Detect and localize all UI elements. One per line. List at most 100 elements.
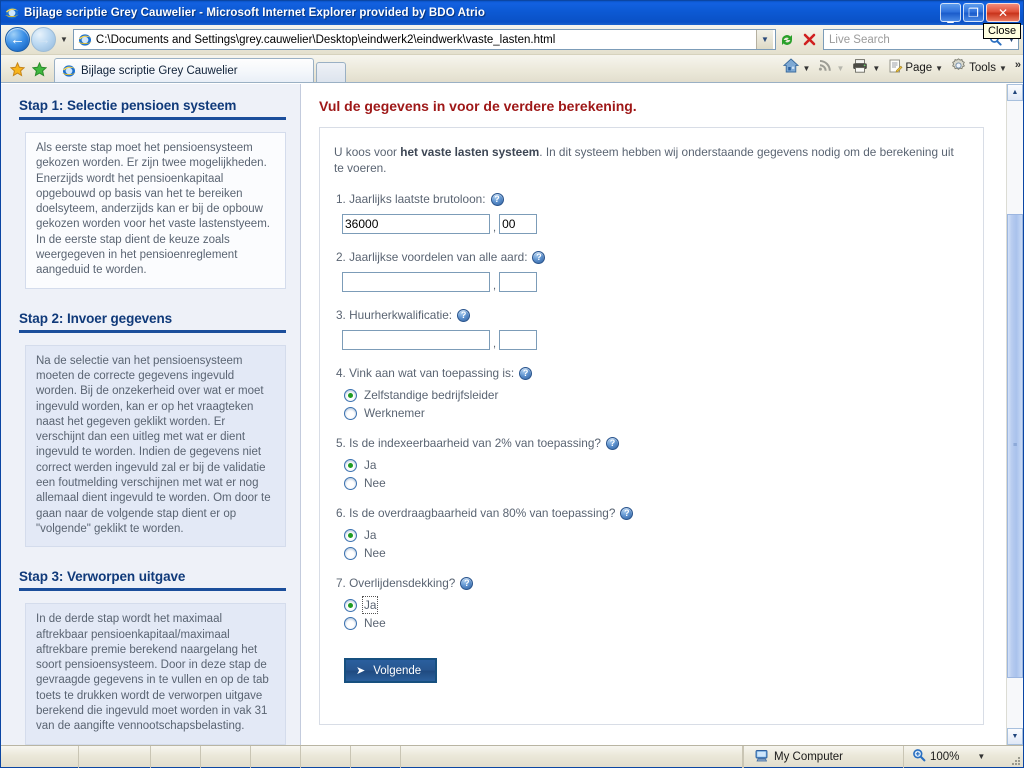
- tools-dropdown-icon[interactable]: ▼: [999, 64, 1007, 73]
- radio-button-icon[interactable]: [344, 546, 357, 560]
- next-button[interactable]: ➤ Volgende: [344, 658, 438, 683]
- minimize-icon: _: [947, 9, 954, 24]
- favorites-center-icon[interactable]: [6, 56, 28, 82]
- help-icon[interactable]: ?: [519, 366, 533, 380]
- radio-button-icon[interactable]: [344, 528, 357, 542]
- sidebar-step-3-heading: Stap 3: Verworpen uitgave: [19, 569, 286, 592]
- toolbar-overflow-icon[interactable]: »: [1015, 59, 1021, 77]
- close-button[interactable]: ✕: [986, 3, 1020, 22]
- radio-label: Ja: [361, 596, 379, 614]
- radio-indexeerbaarheid-ja[interactable]: Ja: [344, 458, 965, 472]
- voordelen-major-input[interactable]: [342, 272, 490, 292]
- radio-button-icon[interactable]: [344, 458, 357, 472]
- brutoloon-major-input[interactable]: [342, 214, 490, 234]
- help-icon[interactable]: ?: [490, 192, 504, 206]
- scroll-down-button[interactable]: ▼: [1007, 728, 1023, 745]
- zoom-dropdown-icon[interactable]: ▼: [977, 752, 985, 761]
- window-controls: _ ❐ ✕: [940, 3, 1020, 24]
- refresh-button[interactable]: [776, 29, 798, 51]
- main-content: Vul de gegevens in voor de verdere berek…: [301, 84, 1006, 745]
- page-dropdown-icon[interactable]: ▼: [935, 64, 943, 73]
- security-zone-label: My Computer: [774, 750, 844, 763]
- chevron-down-icon: ▼: [1011, 733, 1019, 740]
- radio-label: Nee: [364, 476, 386, 490]
- status-cell: [1, 745, 79, 768]
- feeds-button[interactable]: ▼: [816, 56, 849, 80]
- status-bar: My Computer 100% ▼: [1, 745, 1023, 768]
- sidebar-step-1-body: Als eerste stap moet het pensioensysteem…: [25, 132, 286, 289]
- stop-button[interactable]: [798, 29, 820, 51]
- help-icon[interactable]: ?: [532, 250, 546, 264]
- address-dropdown-icon[interactable]: ▼: [756, 30, 773, 49]
- help-icon[interactable]: ?: [620, 506, 634, 520]
- zoom-control[interactable]: 100% ▼: [903, 745, 1007, 768]
- radio-button-icon[interactable]: [344, 598, 357, 612]
- scrollbar-thumb[interactable]: ≡: [1007, 213, 1023, 678]
- tools-menu-button[interactable]: Tools ▼: [949, 56, 1012, 80]
- brutoloon-minor-input[interactable]: [499, 214, 538, 234]
- page-viewport: Stap 1: Selectie pensioen systeem Als ee…: [1, 83, 1023, 745]
- radio-overdraagbaarheid-ja[interactable]: Ja: [344, 528, 965, 542]
- help-icon[interactable]: ?: [460, 576, 474, 590]
- radio-indexeerbaarheid-nee[interactable]: Nee: [344, 476, 965, 490]
- home-dropdown-icon[interactable]: ▼: [803, 64, 811, 73]
- radio-button-icon[interactable]: [344, 476, 357, 490]
- security-zone[interactable]: My Computer: [743, 745, 903, 768]
- radio-label: Zelfstandige bedrijfsleider: [364, 388, 499, 402]
- status-cell: [151, 745, 201, 768]
- back-button[interactable]: ←: [5, 27, 30, 52]
- help-icon[interactable]: ?: [457, 308, 471, 322]
- radio-overlijdensdekking-nee[interactable]: Nee: [344, 616, 965, 630]
- vertical-scrollbar[interactable]: ▲ ≡ ▼: [1006, 84, 1023, 745]
- radio-overlijdensdekking-ja[interactable]: Ja: [344, 596, 965, 614]
- radio-button-icon[interactable]: [344, 616, 357, 630]
- radio-overdraagbaarheid-nee[interactable]: Nee: [344, 546, 965, 560]
- huurherkwalificatie-minor-input[interactable]: [499, 330, 538, 350]
- voordelen-minor-input[interactable]: [499, 272, 538, 292]
- radio-button-icon[interactable]: [344, 406, 357, 420]
- radio-label: Ja: [364, 528, 377, 542]
- question-6-text: 6. Is de overdraagbaarheid van 80% van t…: [336, 506, 616, 520]
- browser-window: Bijlage scriptie Grey Cauwelier - Micros…: [0, 0, 1024, 768]
- print-dropdown-icon[interactable]: ▼: [872, 64, 880, 73]
- status-cell: [201, 745, 251, 768]
- decimal-separator: ,: [493, 280, 497, 292]
- huurherkwalificatie-major-input[interactable]: [342, 330, 490, 350]
- gear-icon: [950, 57, 967, 79]
- status-cell: [351, 745, 401, 768]
- scroll-up-button[interactable]: ▲: [1007, 84, 1023, 101]
- question-5-text: 5. Is de indexeerbaarheid van 2% van toe…: [336, 436, 601, 450]
- maximize-button[interactable]: ❐: [963, 3, 984, 22]
- feeds-dropdown-icon[interactable]: ▼: [836, 64, 844, 73]
- tab-bar: Bijlage scriptie Grey Cauwelier ▼ ▼ ▼ Pa…: [1, 55, 1023, 83]
- tab-label: Bijlage scriptie Grey Cauwelier: [81, 64, 238, 77]
- radio-werknemer[interactable]: Werknemer: [344, 406, 965, 420]
- back-arrow-icon: ←: [10, 31, 25, 48]
- page-icon: [887, 58, 903, 79]
- help-icon[interactable]: ?: [605, 436, 619, 450]
- question-3-label: 3. Huurherkwalificatie: ?: [336, 308, 965, 322]
- radio-zelfstandige-bedrijfsleider[interactable]: Zelfstandige bedrijfsleider: [344, 388, 965, 402]
- forward-button[interactable]: →: [31, 27, 56, 52]
- question-7-text: 7. Overlijdensdekking?: [336, 576, 456, 590]
- zoom-level-label: 100%: [930, 750, 960, 763]
- intro-text-bold: het vaste lasten systeem: [400, 145, 540, 159]
- resize-grip[interactable]: [1007, 746, 1023, 768]
- tab-bijlage-scriptie[interactable]: Bijlage scriptie Grey Cauwelier: [54, 58, 314, 82]
- new-tab-button[interactable]: [316, 62, 346, 82]
- calculation-form: U koos voor het vaste lasten systeem. In…: [319, 127, 984, 725]
- add-to-favorites-icon[interactable]: [28, 56, 50, 82]
- sidebar-step-2-body: Na de selectie van het pensioensysteem m…: [25, 344, 286, 548]
- question-1-inputs: ,: [342, 214, 965, 234]
- question-3-text: 3. Huurherkwalificatie:: [336, 308, 453, 322]
- status-cell: [301, 745, 351, 768]
- minimize-button[interactable]: _: [940, 3, 961, 24]
- address-input[interactable]: C:\Documents and Settings\grey.cauwelier…: [72, 29, 776, 50]
- radio-button-icon[interactable]: [344, 388, 357, 402]
- history-dropdown-icon[interactable]: ▼: [60, 35, 68, 44]
- scrollbar-track[interactable]: ≡: [1007, 101, 1023, 728]
- print-button[interactable]: ▼: [850, 56, 885, 80]
- status-cell: [251, 745, 301, 768]
- page-menu-button[interactable]: Page ▼: [886, 56, 948, 80]
- home-button[interactable]: ▼: [781, 56, 816, 80]
